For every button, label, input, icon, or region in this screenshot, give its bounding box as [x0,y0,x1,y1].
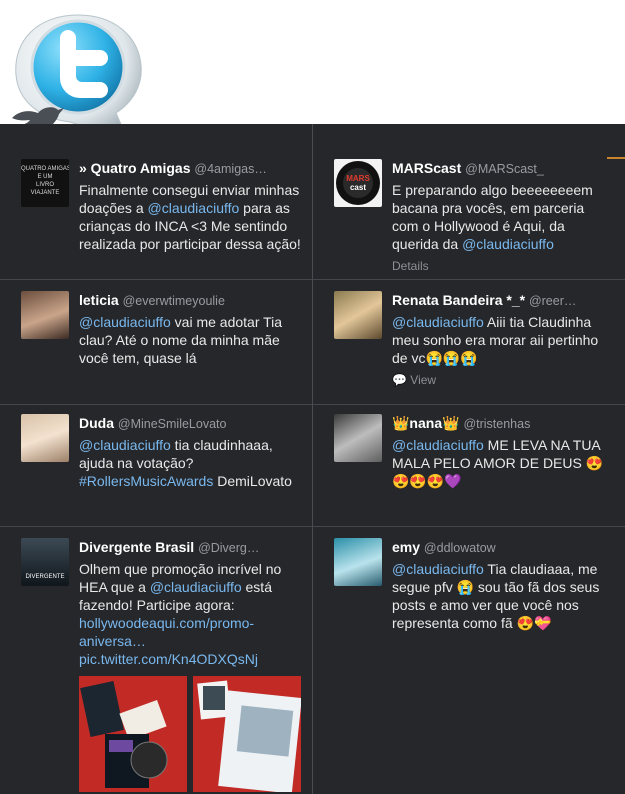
avatar[interactable] [334,291,382,339]
author-name[interactable]: MARScast [392,160,461,176]
pic-link[interactable]: pic.twitter.com/Kn4ODXQsNj [79,651,258,667]
author-handle[interactable]: @ddlowatow [424,541,496,555]
author-handle[interactable]: @MineSmileLovato [118,417,227,431]
tweet-text: Olhem que promoção incrível no HEA que a… [79,560,301,668]
avatar[interactable] [21,414,69,462]
author-name[interactable]: Renata Bandeira *_* [392,292,525,308]
tweet-panel: QUATRO AMIGAS E UM LIVRO VIAJANTE » Quat… [0,124,625,794]
row-divider [313,279,625,280]
mention-link[interactable]: @claudiaciuffo [148,200,240,216]
hashtag-link[interactable]: #RollersMusicAwards [79,473,213,489]
column-divider [312,124,313,794]
avatar[interactable] [334,414,382,462]
avatar[interactable]: MARS cast [334,159,382,207]
author-handle[interactable]: @reer… [529,294,576,308]
media-photo[interactable] [79,676,187,792]
row-divider [0,279,312,280]
mention-link[interactable]: @claudiaciuffo [392,437,484,453]
row-divider [0,526,312,527]
mention-link[interactable]: @claudiaciuffo [79,437,171,453]
author-name[interactable]: Divergente Brasil [79,539,194,555]
avatar[interactable]: DIVERGENTE [21,538,69,586]
author-handle[interactable]: @Diverg… [198,541,259,555]
tweet-text: @claudiaciuffo tia claudinhaaa, ajuda na… [79,436,301,490]
tweet-text: Finalmente consegui enviar minhas doaçõe… [79,181,301,253]
tweet-text: @claudiaciuffo vai me adotar Tia clau? A… [79,313,301,367]
tweet-text: E preparando algo beeeeeeeem bacana pra … [392,181,614,253]
mention-link[interactable]: @claudiaciuffo [392,561,484,577]
author-name[interactable]: 👑nana👑 [392,415,460,431]
details-link[interactable]: Details [392,257,614,275]
author-handle[interactable]: @4amigas… [194,162,266,176]
media-photo[interactable] [193,676,301,792]
author-handle[interactable]: @everwtimeyoulie [123,294,225,308]
author-name[interactable]: emy [392,539,420,555]
author-name[interactable]: leticia [79,292,119,308]
mention-link[interactable]: @claudiaciuffo [462,236,554,252]
avatar[interactable] [334,538,382,586]
author-handle[interactable]: @MARScast_ [465,162,544,176]
tweet-text: @claudiaciuffo Aiii tia Claudinha meu so… [392,313,614,367]
tweet-text: @claudiaciuffo ME LEVA NA TUA MALA PELO … [392,436,614,490]
avatar[interactable] [21,291,69,339]
view-link[interactable]: 💬 View [392,371,614,389]
author-name[interactable]: Duda [79,415,114,431]
text-part: DemiLovato [213,473,292,489]
avatar[interactable]: QUATRO AMIGAS E UM LIVRO VIAJANTE [21,159,69,207]
author-name[interactable]: » Quatro Amigas [79,160,191,176]
row-divider [0,404,312,405]
promo-link[interactable]: hollywoodeaqui.com/promo-aniversa… [79,615,254,649]
row-divider [313,526,625,527]
author-handle[interactable]: @tristenhas [463,417,530,431]
svg-text:MARS: MARS [346,174,370,183]
svg-text:cast: cast [350,183,366,192]
mention-link[interactable]: @claudiaciuffo [150,579,242,595]
view-label: View [410,373,437,387]
mention-link[interactable]: @claudiaciuffo [392,314,484,330]
tweet-text: @claudiaciuffo Tia claudiaaa, me segue p… [392,560,614,632]
media-gallery [79,676,301,792]
row-divider [313,404,625,405]
speech-bubble-icon: 💬 [392,373,407,387]
mention-link[interactable]: @claudiaciuffo [79,314,171,330]
